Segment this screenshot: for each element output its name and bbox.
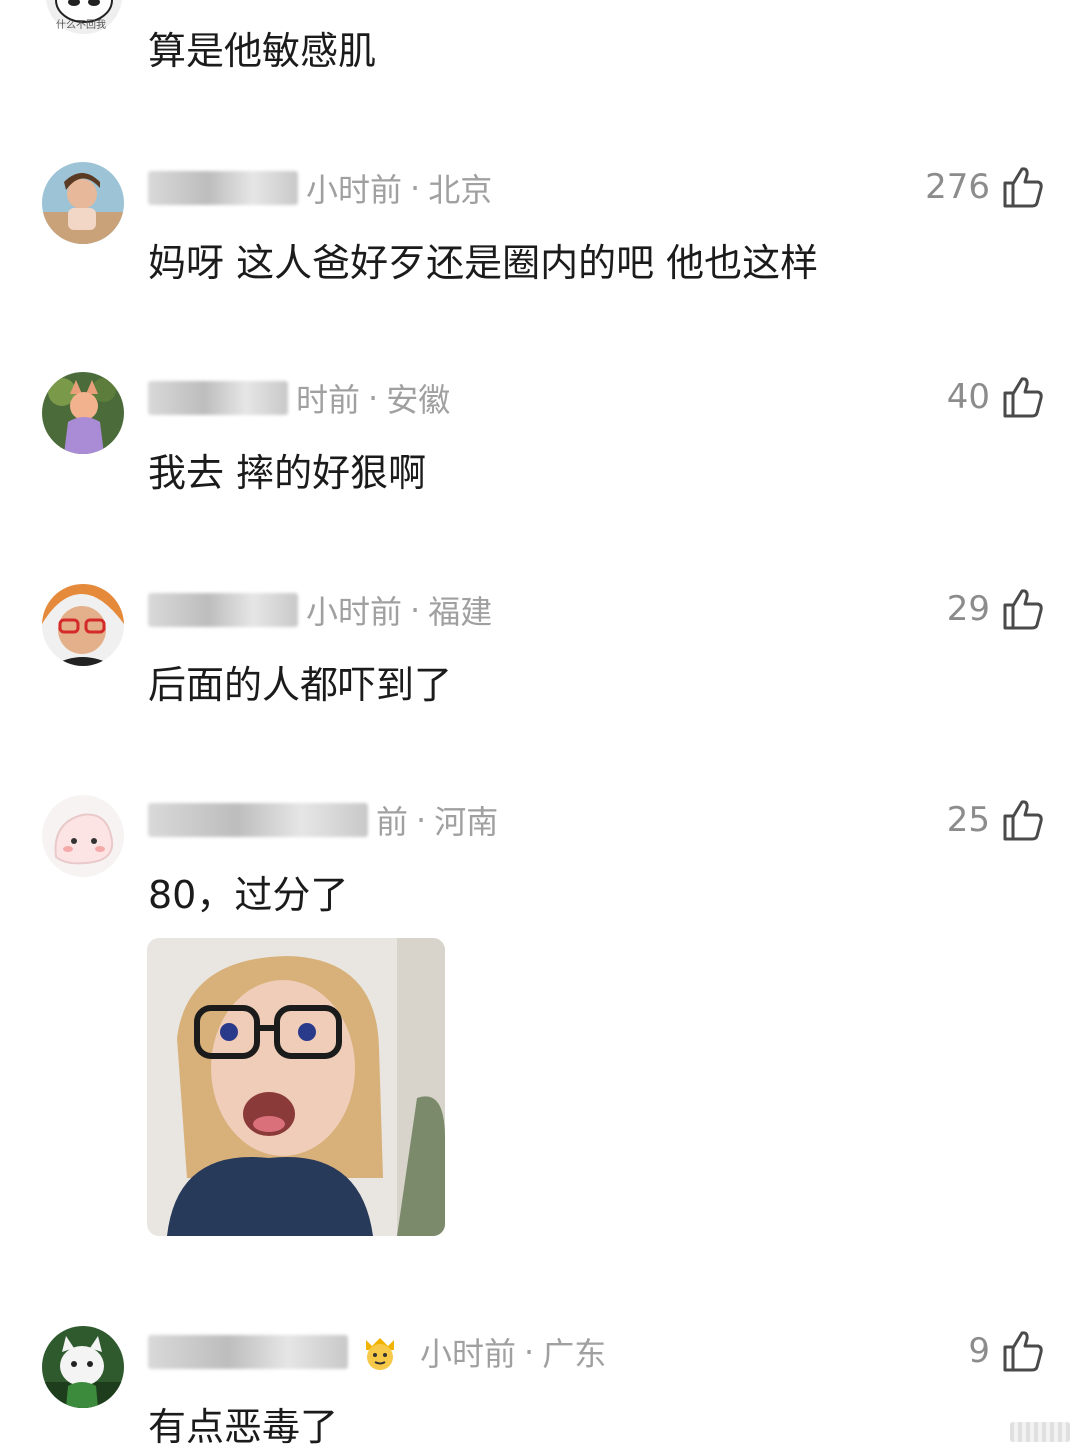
avatar-fox-character-image — [42, 372, 124, 454]
comment-time: 小时前 — [306, 171, 403, 209]
comment-text: 算是他敏感肌 — [148, 29, 377, 73]
meta-separator: · — [524, 1333, 535, 1371]
comment-time: 小时前 — [306, 593, 403, 631]
username-blurred[interactable] — [148, 593, 298, 627]
avatar-person-glasses-image — [42, 584, 124, 666]
avatar-caption: 什么不回我 — [56, 20, 106, 31]
avatar-child-image — [42, 162, 124, 244]
like-button[interactable]: 276 — [925, 162, 1044, 212]
comment-location: 北京 — [428, 171, 493, 209]
comment-meta: 小时前 · 北京 — [148, 166, 492, 210]
username-blurred[interactable] — [148, 171, 298, 205]
username-blurred[interactable] — [148, 803, 368, 837]
thumbs-up-icon — [1003, 167, 1043, 208]
avatar[interactable] — [42, 795, 124, 877]
comment-text: 后面的人都吓到了 — [148, 663, 453, 707]
comment-text: 有点恶毒了 — [148, 1405, 339, 1449]
comment-time: 前 — [376, 803, 409, 841]
like-count: 29 — [946, 589, 990, 629]
like-count: 276 — [925, 167, 990, 207]
meta-separator: · — [368, 379, 379, 417]
comment-text: 我去 摔的好狠啊 — [148, 451, 427, 495]
comment-time: 小时前 — [420, 1335, 517, 1373]
watermark — [1010, 1422, 1070, 1442]
thumbs-up-icon — [1003, 589, 1043, 630]
like-button[interactable]: 29 — [947, 584, 1044, 634]
avatar[interactable] — [42, 1326, 124, 1408]
avatar-cartoon-blob-image — [42, 795, 124, 877]
like-count: 9 — [968, 1331, 990, 1371]
meta-separator: · — [410, 591, 421, 629]
avatar[interactable] — [42, 372, 124, 454]
comment-time: 时前 — [296, 381, 361, 419]
comment-location: 福建 — [428, 593, 493, 631]
comment-meta: 前 · 河南 — [148, 798, 498, 842]
comment-location: 河南 — [434, 803, 499, 841]
comment-meta: 小时前 · 广东 — [148, 1330, 606, 1374]
comment-meta: 小时前 · 福建 — [148, 588, 492, 632]
like-count: 25 — [946, 800, 990, 840]
thumbs-up-icon — [1003, 800, 1043, 841]
username-blurred[interactable] — [148, 381, 288, 415]
comment-location: 广东 — [542, 1335, 607, 1373]
like-button[interactable]: 25 — [947, 795, 1044, 845]
avatar-cat-image — [42, 1326, 124, 1408]
meta-separator: · — [416, 801, 427, 839]
reaction-photo — [147, 938, 445, 1236]
like-button[interactable]: 40 — [947, 372, 1044, 422]
comment-text: 妈呀 这人爸好歹还是圈内的吧 他也这样 — [148, 241, 819, 285]
comment-location: 安徽 — [386, 381, 451, 419]
thumbs-up-icon — [1003, 377, 1043, 418]
like-count: 40 — [946, 377, 990, 417]
avatar[interactable] — [42, 584, 124, 666]
comment-image[interactable] — [147, 938, 445, 1236]
comment-meta: 时前 · 安徽 — [148, 376, 450, 420]
emoji-icon — [366, 1338, 394, 1370]
username-blurred[interactable] — [148, 1335, 348, 1369]
like-button[interactable]: 9 — [968, 1326, 1044, 1376]
comment-text: 80，过分了 — [148, 873, 349, 917]
thumbs-up-icon — [1003, 1331, 1043, 1372]
meta-separator: · — [410, 169, 421, 207]
avatar[interactable] — [42, 162, 124, 244]
